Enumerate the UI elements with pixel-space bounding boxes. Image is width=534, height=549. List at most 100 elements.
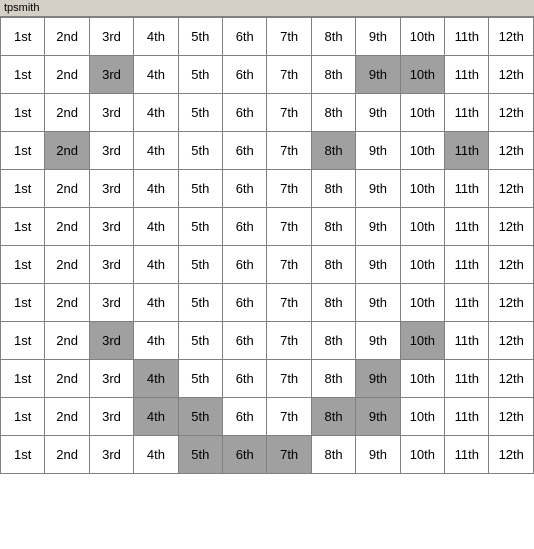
table-row: 1st2nd3rd4th5th6th7th8th9th10th11th12th	[1, 322, 534, 360]
table-cell: 3rd	[89, 246, 133, 284]
table-cell: 4th	[134, 246, 178, 284]
table-cell: 10th	[400, 322, 444, 360]
table-cell: 1st	[1, 94, 45, 132]
table-cell: 4th	[134, 322, 178, 360]
table-cell: 7th	[267, 398, 311, 436]
table-cell: 4th	[134, 208, 178, 246]
table-cell: 12th	[489, 132, 534, 170]
table-cell: 1st	[1, 132, 45, 170]
table-row: 1st2nd3rd4th5th6th7th8th9th10th11th12th	[1, 436, 534, 474]
table-cell: 1st	[1, 284, 45, 322]
table-cell: 6th	[223, 246, 267, 284]
table-cell: 4th	[134, 284, 178, 322]
table-row: 1st2nd3rd4th5th6th7th8th9th10th11th12th	[1, 284, 534, 322]
table-cell: 12th	[489, 56, 534, 94]
table-cell: 3rd	[89, 436, 133, 474]
table-cell: 3rd	[89, 360, 133, 398]
table-cell: 9th	[356, 322, 400, 360]
table-cell: 12th	[489, 436, 534, 474]
table-cell: 9th	[356, 436, 400, 474]
table-cell: 12th	[489, 246, 534, 284]
table-cell: 9th	[356, 360, 400, 398]
table-cell: 12th	[489, 170, 534, 208]
table-cell: 3rd	[89, 18, 133, 56]
table-cell: 11th	[445, 56, 489, 94]
table-cell: 1st	[1, 436, 45, 474]
table-cell: 11th	[445, 436, 489, 474]
table-cell: 2nd	[45, 322, 89, 360]
table-cell: 10th	[400, 284, 444, 322]
table-cell: 7th	[267, 360, 311, 398]
table-cell: 5th	[178, 360, 222, 398]
table-cell: 8th	[311, 132, 355, 170]
table-cell: 11th	[445, 284, 489, 322]
table-cell: 12th	[489, 284, 534, 322]
table-cell: 4th	[134, 94, 178, 132]
title-bar: tpsmith	[0, 0, 534, 17]
table-cell: 7th	[267, 436, 311, 474]
table-cell: 1st	[1, 360, 45, 398]
table-cell: 8th	[311, 246, 355, 284]
table-cell: 5th	[178, 170, 222, 208]
table-cell: 4th	[134, 18, 178, 56]
table-cell: 1st	[1, 56, 45, 94]
table-cell: 10th	[400, 56, 444, 94]
table-cell: 6th	[223, 94, 267, 132]
table-cell: 1st	[1, 208, 45, 246]
table-cell: 6th	[223, 208, 267, 246]
schedule-table: 1st2nd3rd4th5th6th7th8th9th10th11th12th1…	[0, 17, 534, 474]
table-cell: 6th	[223, 284, 267, 322]
table-cell: 6th	[223, 170, 267, 208]
table-cell: 4th	[134, 170, 178, 208]
table-cell: 12th	[489, 322, 534, 360]
table-cell: 12th	[489, 360, 534, 398]
table-cell: 3rd	[89, 208, 133, 246]
table-row: 1st2nd3rd4th5th6th7th8th9th10th11th12th	[1, 56, 534, 94]
table-cell: 9th	[356, 132, 400, 170]
table-cell: 9th	[356, 170, 400, 208]
table-cell: 10th	[400, 398, 444, 436]
table-cell: 5th	[178, 56, 222, 94]
table-cell: 10th	[400, 360, 444, 398]
table-cell: 4th	[134, 56, 178, 94]
table-cell: 10th	[400, 94, 444, 132]
table-cell: 6th	[223, 360, 267, 398]
grid-container[interactable]: 1st2nd3rd4th5th6th7th8th9th10th11th12th1…	[0, 17, 534, 549]
table-cell: 6th	[223, 56, 267, 94]
table-cell: 2nd	[45, 360, 89, 398]
table-cell: 2nd	[45, 398, 89, 436]
table-cell: 11th	[445, 94, 489, 132]
table-row: 1st2nd3rd4th5th6th7th8th9th10th11th12th	[1, 18, 534, 56]
table-cell: 8th	[311, 18, 355, 56]
table-cell: 7th	[267, 18, 311, 56]
table-cell: 8th	[311, 398, 355, 436]
table-cell: 9th	[356, 94, 400, 132]
table-row: 1st2nd3rd4th5th6th7th8th9th10th11th12th	[1, 132, 534, 170]
table-cell: 3rd	[89, 170, 133, 208]
table-cell: 11th	[445, 170, 489, 208]
table-cell: 6th	[223, 18, 267, 56]
table-cell: 5th	[178, 18, 222, 56]
table-cell: 10th	[400, 132, 444, 170]
table-cell: 2nd	[45, 56, 89, 94]
table-cell: 5th	[178, 246, 222, 284]
table-cell: 10th	[400, 18, 444, 56]
table-cell: 4th	[134, 132, 178, 170]
table-cell: 3rd	[89, 398, 133, 436]
table-cell: 9th	[356, 56, 400, 94]
table-cell: 2nd	[45, 132, 89, 170]
table-row: 1st2nd3rd4th5th6th7th8th9th10th11th12th	[1, 170, 534, 208]
table-cell: 2nd	[45, 170, 89, 208]
table-cell: 7th	[267, 94, 311, 132]
table-cell: 3rd	[89, 132, 133, 170]
table-cell: 11th	[445, 18, 489, 56]
table-cell: 1st	[1, 170, 45, 208]
table-cell: 2nd	[45, 284, 89, 322]
table-cell: 5th	[178, 208, 222, 246]
table-cell: 9th	[356, 208, 400, 246]
table-cell: 12th	[489, 208, 534, 246]
table-cell: 11th	[445, 322, 489, 360]
table-cell: 3rd	[89, 56, 133, 94]
table-cell: 9th	[356, 398, 400, 436]
table-cell: 8th	[311, 94, 355, 132]
